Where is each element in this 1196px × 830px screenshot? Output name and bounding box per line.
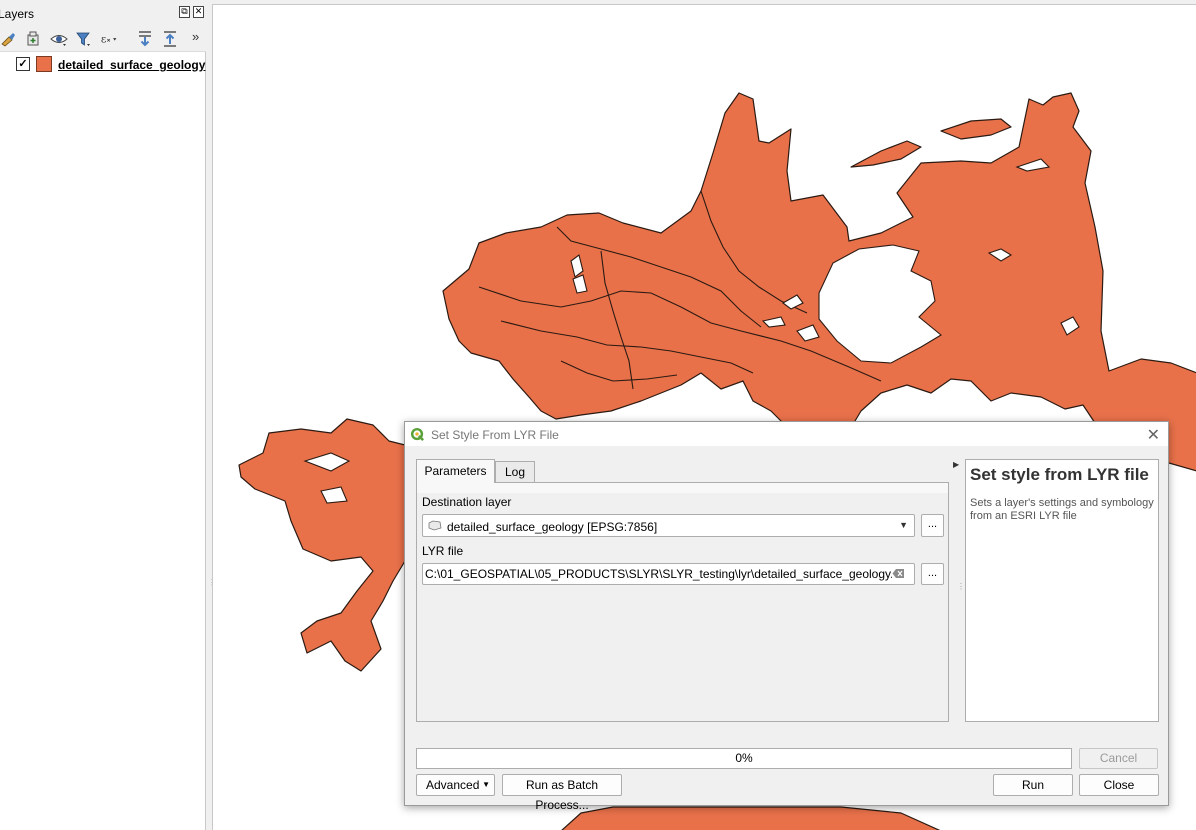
tab-parameters[interactable]: Parameters: [416, 459, 495, 483]
collapse-help-icon[interactable]: ▶: [953, 460, 959, 469]
polygon-layer-icon: [428, 520, 442, 531]
destination-layer-value: detailed_surface_geology [EPSG:7856]: [447, 520, 658, 534]
dialog-title: Set Style From LYR File: [431, 428, 559, 442]
close-button[interactable]: Close: [1079, 774, 1159, 796]
panel-splitter[interactable]: ⋮: [208, 578, 216, 590]
layer-symbol-swatch: [36, 56, 52, 72]
cancel-button[interactable]: Cancel: [1079, 748, 1158, 769]
destination-layer-label: Destination layer: [422, 495, 512, 509]
svg-text:ε: ε: [101, 32, 107, 45]
layer-name[interactable]: detailed_surface_geology: [58, 58, 205, 72]
collapse-all-icon[interactable]: [161, 30, 179, 48]
advanced-label: Advanced: [426, 778, 480, 792]
help-title: Set style from LYR file: [970, 465, 1149, 484]
splitter-grip[interactable]: ⋮: [957, 582, 965, 591]
help-description: Sets a layer's settings and symbology fr…: [970, 497, 1154, 522]
lyr-file-label: LYR file: [422, 544, 464, 558]
geology-polygon-northeast-strip: [940, 118, 1012, 140]
layers-title-bar: Layers ⧉ ✕: [0, 0, 206, 26]
geology-polygon-south: [561, 806, 941, 830]
layers-panel-title: Layers: [0, 7, 35, 21]
float-panel-button[interactable]: ⧉: [179, 6, 190, 18]
advanced-button[interactable]: Advanced ▼: [416, 774, 495, 796]
layer-tree-item[interactable]: ✓ detailed_surface_geology: [0, 55, 206, 75]
layers-toolbar: ε »: [0, 26, 206, 52]
destination-layer-combo[interactable]: detailed_surface_geology [EPSG:7856] ▼: [422, 514, 915, 537]
filter-legend-icon[interactable]: [75, 30, 93, 48]
clear-input-icon[interactable]: [892, 568, 905, 579]
filter-expression-icon[interactable]: ε: [100, 30, 118, 48]
visibility-icon[interactable]: [50, 30, 68, 48]
geology-polygon-main: [442, 92, 1196, 472]
geology-polygon-north-island: [850, 140, 922, 168]
run-button[interactable]: Run: [993, 774, 1073, 796]
run-as-batch-button[interactable]: Run as Batch Process...: [502, 774, 622, 812]
tab-log[interactable]: Log: [495, 461, 535, 483]
expand-all-icon[interactable]: [136, 30, 154, 48]
add-group-icon[interactable]: [24, 30, 42, 48]
parameters-pane-header: [417, 483, 948, 493]
set-style-dialog: Set Style From LYR File ✕ Parameters Log…: [404, 421, 1169, 812]
lyr-file-input[interactable]: [422, 563, 915, 585]
chevron-down-icon: ▼: [482, 780, 490, 789]
dialog-close-icon[interactable]: ✕: [1147, 425, 1160, 445]
style-manager-icon[interactable]: [0, 30, 18, 48]
dialog-titlebar: Set Style From LYR File ✕: [405, 422, 1168, 446]
progress-bar: 0%: [416, 748, 1072, 769]
parameters-pane: Destination layer detailed_surface_geolo…: [416, 482, 949, 722]
qgis-logo-icon: [410, 427, 424, 441]
destination-layer-browse-button[interactable]: ...: [921, 514, 944, 537]
layers-panel: Layers ⧉ ✕ ε » ✓ detailed_surface_geolog…: [0, 0, 206, 830]
chevron-down-icon[interactable]: ▼: [899, 520, 908, 530]
layer-visibility-checkbox[interactable]: ✓: [16, 57, 30, 71]
help-pane: Set style from LYR file Sets a layer's s…: [965, 459, 1159, 722]
close-panel-button[interactable]: ✕: [193, 6, 204, 18]
lyr-file-browse-button[interactable]: ...: [921, 563, 944, 585]
toolbar-overflow-button[interactable]: »: [192, 29, 199, 44]
